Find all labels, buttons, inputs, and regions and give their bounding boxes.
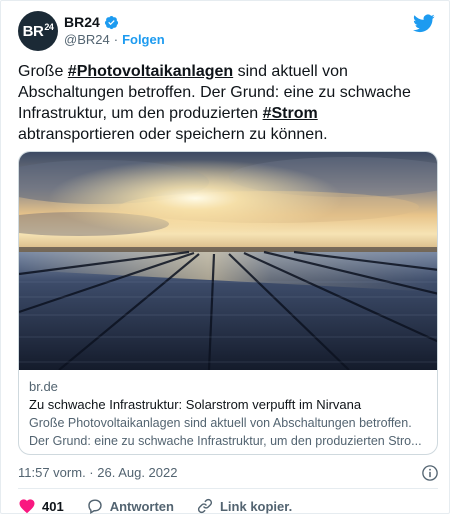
display-name[interactable]: BR24 xyxy=(64,14,100,30)
hashtag-strom[interactable]: #Strom xyxy=(263,105,318,122)
divider xyxy=(18,488,438,489)
follow-button[interactable]: Folgen xyxy=(122,32,165,47)
avatar[interactable]: BR24 xyxy=(18,11,58,51)
tweet-text: Große #Photovoltaikanlagen sind aktuell … xyxy=(18,63,411,143)
author-name-row: BR24 xyxy=(64,14,119,30)
link-domain: br.de xyxy=(29,379,58,394)
avatar-logo: BR24 xyxy=(22,22,54,40)
separator: · xyxy=(113,32,119,47)
link-title: Zu schwache Infrastruktur: Solarstrom ve… xyxy=(29,397,362,412)
link-preview-card[interactable]: br.de Zu schwache Infrastruktur: Solarst… xyxy=(18,151,438,455)
action-bar: 401 Antworten Link kopier. xyxy=(18,497,314,514)
link-description-line-2: Der Grund: eine zu schwache Infrastruktu… xyxy=(29,434,422,448)
tweet-card: BR24 BR24 @BR24 · Folgen Große #Photovol… xyxy=(0,0,450,514)
comment-icon xyxy=(87,499,102,514)
handle[interactable]: @BR24 xyxy=(64,32,110,47)
handle-row: @BR24 · Folgen xyxy=(64,32,165,47)
link-description-line-1: Große Photovoltaikanlagen sind aktuell v… xyxy=(29,416,412,430)
reply-button[interactable]: Antworten xyxy=(86,497,174,514)
twitter-bird-icon[interactable] xyxy=(413,12,435,34)
heart-icon xyxy=(19,499,35,514)
solar-panels-image xyxy=(19,152,437,370)
link-icon xyxy=(197,498,213,514)
hashtag-photovoltaikanlagen[interactable]: #Photovoltaikanlagen xyxy=(68,63,233,80)
timestamp[interactable]: 11:57 vorm. · 26. Aug. 2022 xyxy=(18,465,177,480)
like-button[interactable]: 401 xyxy=(18,497,64,514)
like-count: 401 xyxy=(42,498,64,514)
info-icon[interactable] xyxy=(421,464,439,482)
reply-label: Antworten xyxy=(109,498,174,514)
link-info: br.de Zu schwache Infrastruktur: Solarst… xyxy=(19,372,437,450)
copy-link-label: Link kopier. xyxy=(219,498,293,514)
verified-badge-icon xyxy=(104,15,118,29)
copy-link-button[interactable]: Link kopier. xyxy=(196,497,292,514)
